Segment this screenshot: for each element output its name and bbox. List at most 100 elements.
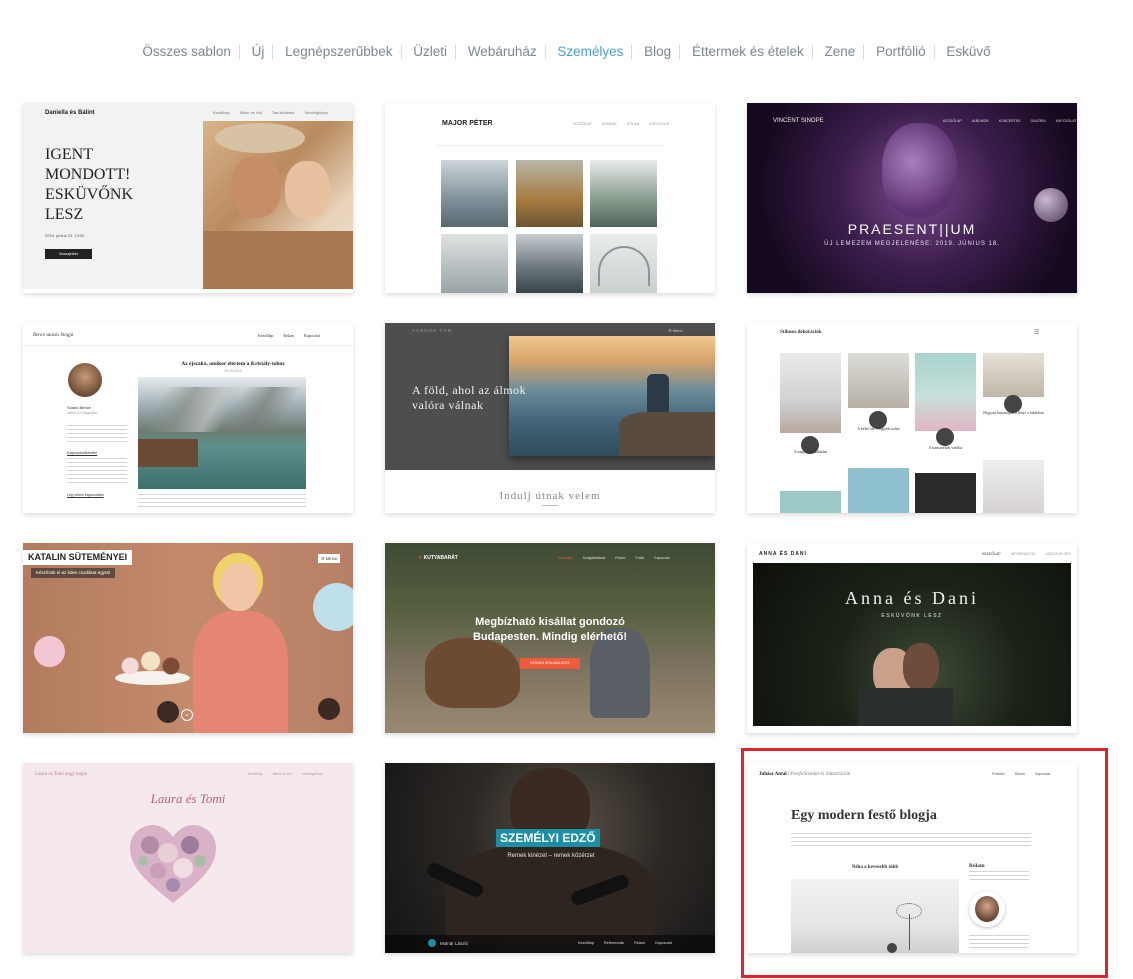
divider [437,145,664,146]
template-tagline: Készítsük el az édes csodákat együtt [31,568,116,578]
cupcakes-shape [120,651,188,676]
template-subheadline: ÚJ LEMEZEM MEGJELENÉSE: 2019. JÚNIUS 18. [824,241,1000,247]
tree-trunk [909,914,910,950]
contact-heading: Kapcsolatfelvétel [67,450,98,455]
decor-circle [157,701,179,723]
gallery-photo [441,234,508,293]
nav-item-business[interactable]: Üzleti [405,44,455,59]
post-photo [915,353,976,431]
menu-item: INFORMÁCIÓK [1010,552,1036,556]
menu-item: Kapcsolat [304,333,320,338]
menu-item: Kezdőlap [248,772,263,776]
menu-item: KEZDŐLAP [982,552,1001,556]
decor-circle [34,636,65,667]
planet-shape [1034,188,1068,222]
menu-item: Kezdőlap [578,941,594,945]
menu-item: Rólam [615,556,626,560]
date-badge [887,943,897,953]
gallery-photo [441,160,508,227]
template-menu: KEZDŐLAP MUNKÁK RÓLAM KAPCSOLAT [563,122,670,126]
brand-label: KUTYABARÁT [423,555,458,561]
nav-item-wedding[interactable]: Esküvő [938,44,998,59]
template-menu: Kezdőlap Mikor és Hol Vendégkönyv [238,772,323,776]
template-brand: ✦ KUTYABARÁT [418,555,458,561]
menu-button: ☰ MENÜ [318,554,341,563]
nav-item-all[interactable]: Összes sablon [134,44,239,59]
menu-item: Kapcsolat [1034,772,1051,776]
menu-item: Tanúkövetés [271,110,295,115]
menu-item: KEZDŐLAP [573,122,592,126]
template-headline: Laura és Tomi [150,791,226,806]
template-card-anna-es-dani[interactable]: ANNA ÉS DANI KEZDŐLAP INFORMÁCIÓK VISSZAJE… [747,543,1077,733]
post-date: 06.20.2019 [224,369,242,373]
menu-item: Rólam [283,333,294,338]
dog-shape [425,638,520,708]
template-card-vincent-sinope[interactable]: VINCENT SINOPE KEZDŐLAP ALBUMOK KONCERTEK G… [747,103,1077,293]
template-card-stilusos-dekoraciok[interactable]: Stílusos dekorációk ☰ A nappali kialakít… [747,323,1077,513]
template-card-wedding-daniella[interactable]: Daniella és Bálint Kezdőlap Mikor és Hol T… [23,103,353,293]
template-menu: Kezdőlap Rólam Kapcsolat [248,333,320,338]
menu-item: Referenciák [603,941,625,945]
template-menu: Kezdőlap Szolgáltatások Rólam Fotók Kapcsola… [548,556,670,560]
nav-item-popular[interactable]: Legnépszerűbbek [277,44,400,59]
menu-item: GALÉRIA [1030,119,1046,123]
text-lines [969,871,1029,883]
hat-shape [215,123,305,153]
nav-separator [544,45,546,60]
template-headline: SZEMÉLYI EDZŐ [496,829,600,847]
bridge-arch [598,246,650,286]
template-brand: MAJOR PÉTER [442,120,493,127]
menu-item: Kezdőlap [213,110,230,115]
template-card-vandor-tom[interactable]: VÁNDOR TOM ☰ Menü A föld, ahol az álmok … [385,323,715,513]
nav-item-blog[interactable]: Blog [636,44,679,59]
nav-separator [238,45,240,60]
template-card-laura-es-tomi[interactable]: Laura és Tomi nagy napja Kezdőlap Mikor é… [23,763,353,953]
template-card-bence-blog[interactable]: Bence utazós blogja Kezdőlap Rólam Kapcsol… [23,323,353,513]
post-title: Hogyan használjuk a fényt a lakásban [983,410,1044,415]
template-brand: ANNA ÉS DANI [759,551,807,557]
nav-item-webshop[interactable]: Webáruház [460,44,545,59]
menu-item: KEZDŐLAP [943,119,962,123]
nav-item-restaurants[interactable]: Éttermek és ételek [684,44,812,59]
gallery-photo [590,234,657,293]
template-card-kutyabarat[interactable]: ✦ KUTYABARÁT Kezdőlap Szolgáltatások Rólam… [385,543,715,733]
template-headline: IGENT MONDOTT! ESKÜVŐNK LESZ [45,146,133,223]
gallery-photo [516,160,583,227]
template-date: 2019. június 23. 13:00 [45,233,85,238]
menu-item: ALBUMOK [971,119,989,123]
template-card-katalin-sutemenyei[interactable]: KATALIN SÜTEMÉNYEI Készítsük el az édes … [23,543,353,733]
nav-separator [631,45,633,60]
sidebar-heading: Rólam [969,863,985,869]
template-card-szemelyi-edzo[interactable]: SZEMÉLYI EDZŐ Remek kinézet – remek közé… [385,763,715,953]
hamburger-icon: ☰ [1034,330,1040,336]
template-menu: Kezdőlap Referenciák Rólam Kapcsolat [568,941,672,945]
brand-subtitle: Portfolióoldal és illusztrációk [790,772,851,777]
nav-item-personal[interactable]: Személyes [549,44,631,59]
text-lines [67,425,127,443]
template-brand: VÁNDOR TOM [412,328,453,333]
nav-separator [679,45,681,60]
nav-separator [933,45,935,60]
paw-icon: ✦ [418,555,423,561]
template-card-major-peter[interactable]: MAJOR PÉTER KEZDŐLAP MUNKÁK RÓLAM KAPCSOLAT [385,103,715,293]
divider [23,345,353,346]
template-card-juhasz-antal[interactable]: Juhász Antal / Portfolióoldal és illuszt… [747,763,1077,953]
post-title: A nappali kialakítása [793,449,828,454]
text-lines [791,833,1031,846]
decor-circle [318,698,340,720]
post-photo [848,468,909,513]
couple-photo [203,121,353,289]
post-title: Néha a kevesebb több [851,865,899,870]
clothing-shape [203,231,353,289]
template-menu: KEZDŐLAP INFORMÁCIÓK VISSZAJELZÉS [972,552,1071,556]
template-subheadline: Remek kinézet – remek közérzet [507,853,595,859]
nav-item-music[interactable]: Zene [817,44,864,59]
logo-icon [428,939,436,947]
nav-item-portfolio[interactable]: Portfólió [868,44,934,59]
gallery-photo [516,234,583,293]
template-brand: Bence utazós blogja [33,333,74,338]
nav-item-new[interactable]: Új [244,44,273,59]
menu-item: Mikor és Hol [239,110,262,115]
nav-separator [863,45,865,60]
template-brand: Laura és Tomi nagy napja [35,772,88,777]
